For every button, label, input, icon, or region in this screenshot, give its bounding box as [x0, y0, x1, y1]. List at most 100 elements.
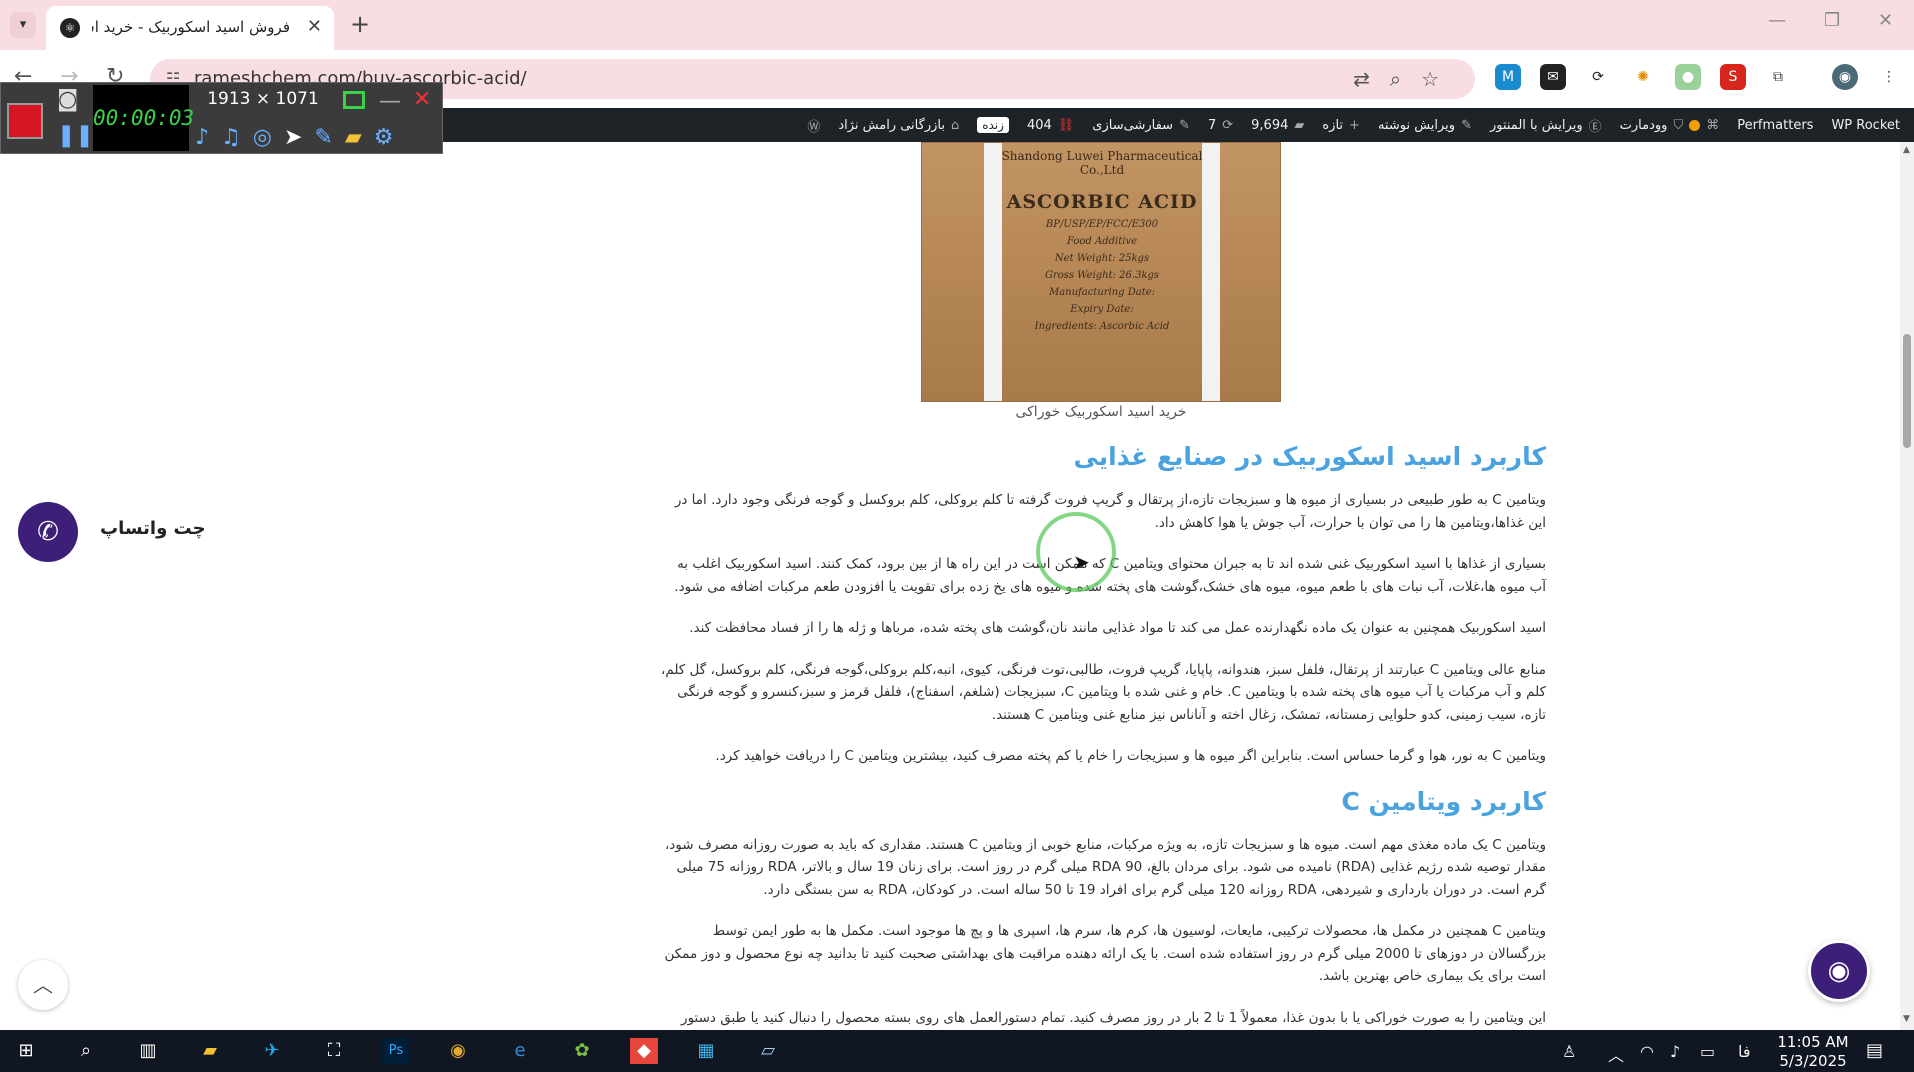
pen-icon[interactable]: ✎ — [314, 125, 332, 150]
recorder-tools: ♪ ♫ ◎ ➤ ✎ ▰ ⚙ — [195, 125, 394, 150]
task-view-icon[interactable]: ▥ — [134, 1038, 162, 1064]
admin-perfmatters[interactable]: Perfmatters — [1737, 118, 1813, 133]
whatsapp-chat-label[interactable]: چت واتساپ — [100, 518, 206, 539]
tab-close-icon[interactable]: ✕ — [307, 16, 322, 37]
extensions-puzzle-icon[interactable]: ⧉ — [1765, 64, 1791, 90]
label-title: ASCORBIC ACID — [1006, 191, 1198, 213]
paragraph: منابع عالی ویتامین C عبارتند از پرتقال، … — [661, 661, 1546, 723]
shield-icon: ⛉ — [1673, 117, 1684, 133]
image-caption: خرید اسید اسکوربیک خوراکی — [1015, 404, 1187, 420]
admin-404-errors[interactable]: ⛓ 404 — [1027, 118, 1074, 133]
wifi-icon[interactable]: ◠ — [1640, 1042, 1654, 1061]
folder-icon[interactable]: ▰ — [345, 125, 362, 150]
chrome-icon[interactable]: ◉ — [444, 1038, 472, 1064]
people-icon[interactable]: ♙ — [1562, 1042, 1576, 1061]
microphone-icon[interactable]: ♫ — [221, 125, 241, 150]
chrome-menu-icon[interactable]: ⋮ — [1876, 64, 1902, 90]
admin-site-name[interactable]: ⌂ بازرگانی رامش نژاد — [838, 118, 959, 133]
browser-tab-strip: ▾ ⚛ فروش اسید اسکوربیک - خرید اسید ✕ + —… — [0, 0, 1914, 50]
clock-time: 11:05 AM — [1777, 1033, 1849, 1051]
admin-wp-rocket[interactable]: WP Rocket — [1831, 118, 1900, 133]
label-line: Net Weight: 25kgs — [1054, 253, 1150, 264]
label-line: Ingredients: Ascorbic Acid — [1034, 321, 1170, 332]
webcam-icon[interactable]: ◎ — [253, 125, 272, 150]
dashboard-icon: ⌂ — [950, 117, 960, 133]
admin-updates[interactable]: ⟳ 7 — [1208, 118, 1233, 133]
store-icon[interactable]: ⛶ — [320, 1038, 348, 1064]
wp-logo-icon[interactable]: Ⓦ — [807, 116, 820, 135]
paragraph: ویتامین C یک ماده مغذی مهم است. میوه ها … — [664, 836, 1546, 898]
live-chat-button[interactable]: ◉ — [1808, 940, 1870, 1002]
brush-icon: ✎ — [1179, 117, 1190, 133]
paragraph: ویتامین C همچنین در مکمل ها، محصولات ترک… — [664, 923, 1546, 984]
input-language[interactable]: فا — [1738, 1042, 1751, 1061]
extension-seo-icon[interactable]: ✺ — [1630, 64, 1656, 90]
anydesk-icon[interactable]: ◆ — [630, 1038, 658, 1064]
status-dot — [1689, 119, 1701, 131]
admin-new[interactable]: + تازه — [1322, 118, 1360, 133]
window-restore-icon[interactable]: ❐ — [1824, 10, 1840, 31]
notepad-icon[interactable]: ▱ — [754, 1038, 782, 1064]
admin-edit-post[interactable]: ✎ ویرایش نوشته — [1378, 118, 1472, 133]
settings-gear-icon[interactable]: ⚙ — [374, 125, 394, 150]
admin-edit-elementor[interactable]: Ⓔ ویرایش با المنتور — [1490, 116, 1602, 135]
tab-active[interactable]: ⚛ فروش اسید اسکوربیک - خرید اسید ✕ — [46, 6, 334, 50]
app-grid-icon[interactable]: ▦ — [692, 1038, 720, 1064]
record-stop-button[interactable] — [7, 103, 43, 139]
updates-icon: ⟳ — [1222, 117, 1234, 133]
recorder-minimize-icon[interactable]: — — [379, 89, 401, 114]
extension-sync-icon[interactable]: ⟳ — [1585, 64, 1611, 90]
scroll-down-arrow-icon[interactable]: ▼ — [1903, 1014, 1910, 1024]
whatsapp-chat-button[interactable]: ✆ — [18, 502, 78, 562]
clock[interactable]: 11:05 AM 5/3/2025 — [1770, 1033, 1856, 1071]
admin-live-badge[interactable]: زنده — [977, 117, 1009, 133]
cursor-icon[interactable]: ➤ — [284, 125, 302, 150]
scroll-to-top-button[interactable]: ︿ — [18, 960, 68, 1010]
app-icon[interactable]: ✿ — [568, 1038, 596, 1064]
scroll-up-arrow-icon[interactable]: ▲ — [1903, 145, 1910, 155]
profile-avatar[interactable]: ◉ — [1832, 64, 1858, 90]
scrollbar-thumb[interactable] — [1903, 334, 1911, 448]
camera-icon[interactable]: ◙ — [57, 87, 78, 112]
tab-search-chevron-icon[interactable]: ▾ — [10, 12, 36, 38]
admin-comments[interactable]: ▰ 9,694 — [1251, 118, 1304, 133]
extension-badge-icon[interactable]: ● — [1675, 64, 1701, 90]
chevron-up-icon: ︿ — [33, 973, 53, 997]
label-line: Gross Weight: 26.3kgs — [1044, 270, 1160, 281]
clock-date: 5/3/2025 — [1779, 1052, 1847, 1070]
volume-icon[interactable]: ♪ — [1670, 1042, 1680, 1061]
window-close-icon[interactable]: ✕ — [1878, 10, 1893, 31]
search-icon[interactable]: ⌕ — [72, 1038, 100, 1064]
extension-mail-icon[interactable]: ✉ — [1540, 64, 1566, 90]
woodmart-icon: ⌘ — [1706, 117, 1720, 133]
page-scrollbar[interactable] — [1900, 142, 1914, 1030]
recorder-close-icon[interactable]: ✕ — [413, 87, 431, 112]
label-line: Expiry Date: — [1070, 304, 1134, 315]
edge-icon[interactable]: e — [506, 1038, 534, 1064]
battery-icon[interactable]: ▭ — [1700, 1042, 1715, 1061]
admin-customize[interactable]: ✎ سفارشی‌سازی — [1092, 118, 1190, 133]
comment-icon: ▰ — [1294, 117, 1305, 133]
notifications-icon[interactable]: ▤ — [1866, 1040, 1883, 1061]
mouse-pointer-icon: ➤ — [1073, 550, 1090, 574]
region-frame-icon[interactable] — [343, 91, 365, 109]
paragraph: این ویتامین را به صورت خوراکی یا با بدون… — [681, 1009, 1546, 1026]
admin-woodmart[interactable]: ⌘ ⛉ وودمارت — [1620, 118, 1720, 133]
windows-start-icon[interactable]: ⊞ — [12, 1038, 40, 1064]
extension-m-icon[interactable]: M — [1495, 64, 1521, 90]
window-minimize-icon[interactable]: — — [1768, 10, 1786, 31]
pause-icon[interactable]: ❚❚ — [57, 123, 94, 148]
telegram-icon[interactable]: ✈ — [258, 1038, 286, 1064]
recording-timer: 00:00:03 — [93, 85, 194, 151]
extension-seoquake-icon[interactable]: S — [1720, 64, 1746, 90]
label-line: Food Additive — [1066, 236, 1138, 247]
file-explorer-icon[interactable]: ▰ — [196, 1038, 224, 1064]
speaker-icon[interactable]: ♪ — [195, 125, 209, 150]
section-heading: کاربرد اسید اسکوربیک در صنایع غذایی — [1073, 442, 1546, 471]
translate-zoom-bookmark-icons[interactable]: ⇄⌕☆ — [1353, 67, 1459, 91]
tray-chevron-icon[interactable]: ︿ — [1608, 1042, 1624, 1066]
new-tab-icon[interactable]: + — [350, 10, 370, 38]
photoshop-icon[interactable]: Ps — [382, 1038, 410, 1064]
site-favicon-icon: ⚛ — [60, 18, 80, 38]
paragraph: اسید اسکوربیک همچنین به عنوان یک ماده نگ… — [689, 620, 1546, 636]
